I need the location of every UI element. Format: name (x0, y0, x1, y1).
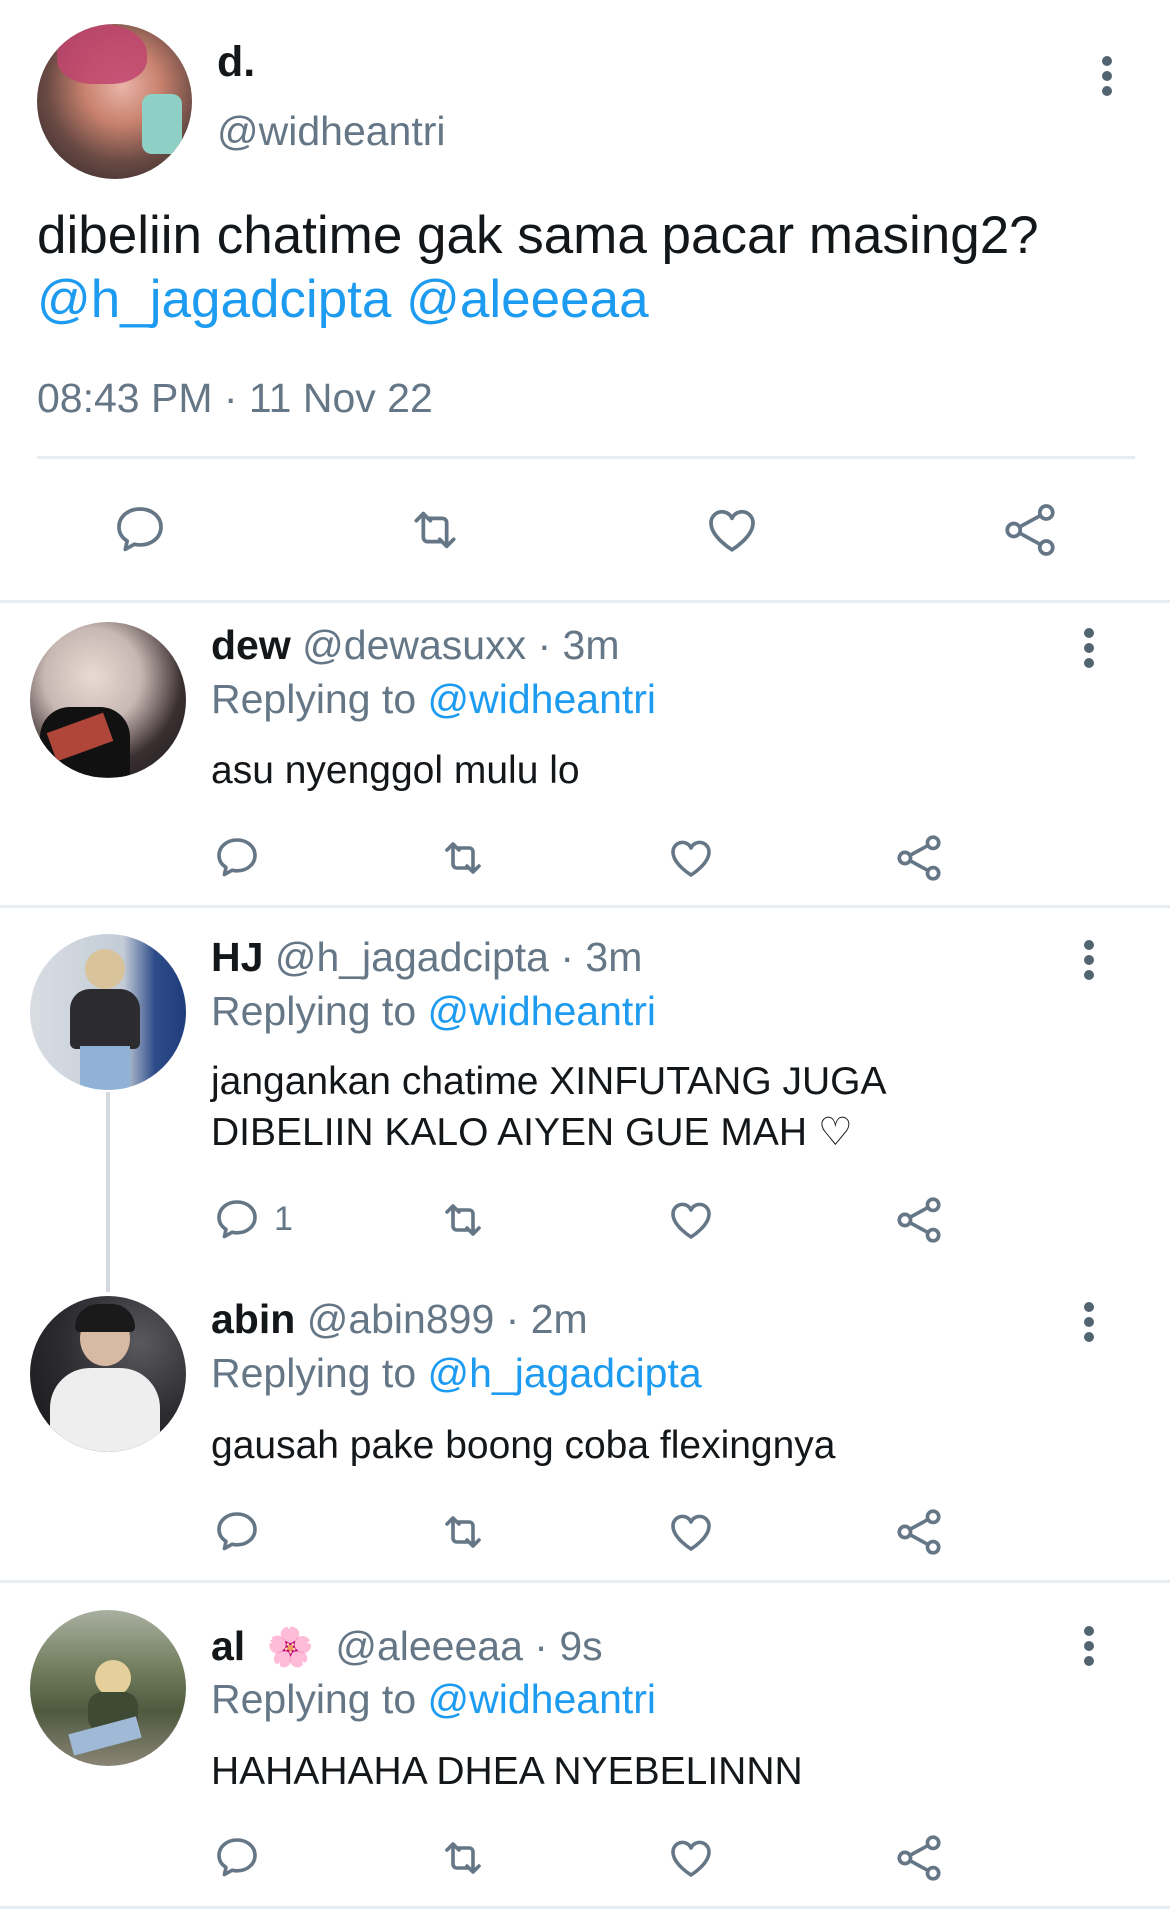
reply-icon[interactable] (213, 1834, 261, 1882)
reply-text: jangankan chatime XINFUTANG JUGA DIBELII… (211, 1056, 887, 1158)
share-icon[interactable] (893, 1194, 945, 1246)
reply-name[interactable]: abin (211, 1296, 295, 1342)
more-vertical-icon[interactable] (1074, 1616, 1104, 1676)
reply-text-line: jangankan chatime XINFUTANG JUGA (211, 1060, 887, 1103)
reply-avatar[interactable] (30, 622, 186, 778)
more-vertical-icon[interactable] (1074, 930, 1104, 990)
reply-text: asu nyenggol mulu lo (211, 749, 580, 792)
divider (0, 905, 1170, 908)
reply-name[interactable]: al (211, 1623, 245, 1669)
reply-name[interactable]: HJ (211, 934, 263, 980)
reply-avatar[interactable] (30, 1296, 186, 1452)
divider (0, 1906, 1170, 1909)
author-name[interactable]: d. (217, 38, 255, 87)
share-icon[interactable] (893, 832, 945, 884)
reply-avatar[interactable] (30, 1610, 186, 1766)
reply-handle[interactable]: @abin899 (307, 1296, 495, 1342)
reply-text-line: DIBELIIN KALO AIYEN GUE MAH ♡ (211, 1111, 853, 1154)
mention-link[interactable]: @h_jagadcipta (37, 270, 391, 329)
reply-text: HAHAHAHA DHEA NYEBELINNN (211, 1750, 803, 1793)
tweet-mentions: @h_jagadcipta @aleeeaa (37, 268, 649, 332)
reply-time[interactable]: · 9s (534, 1623, 602, 1669)
reply-icon[interactable] (213, 1508, 261, 1556)
replying-to-label: Replying to (211, 988, 417, 1034)
heart-icon[interactable] (703, 502, 761, 558)
divider (0, 600, 1170, 603)
reply-header: al 🌸 @aleeeaa · 9s (211, 1623, 603, 1670)
retweet-icon[interactable] (436, 1196, 490, 1244)
divider (37, 456, 1135, 459)
tweet-text: dibeliin chatime gak sama pacar masing2? (37, 206, 1039, 265)
reply-handle[interactable]: @aleeeaa (335, 1623, 523, 1669)
reply-time[interactable]: · 3m (538, 622, 620, 668)
heart-icon[interactable] (666, 1834, 716, 1882)
replying-to-mention[interactable]: @h_jagadcipta (428, 1350, 702, 1396)
replying-to-label: Replying to (211, 676, 417, 722)
more-vertical-icon[interactable] (1074, 1292, 1104, 1352)
replying-to: Replying to @widheantri (211, 988, 656, 1035)
replying-to-label: Replying to (211, 1350, 417, 1396)
replying-to: Replying to @widheantri (211, 676, 656, 723)
replying-to: Replying to @widheantri (211, 1676, 656, 1723)
share-icon[interactable] (1000, 500, 1060, 560)
reply-header: HJ @h_jagadcipta · 3m (211, 934, 642, 981)
reply-header: abin @abin899 · 2m (211, 1296, 588, 1343)
reply-icon[interactable] (213, 834, 261, 882)
share-icon[interactable] (893, 1832, 945, 1884)
heart-icon[interactable] (666, 1196, 716, 1244)
replying-to: Replying to @h_jagadcipta (211, 1350, 702, 1397)
replying-to-mention[interactable]: @widheantri (428, 676, 657, 722)
replying-to-mention[interactable]: @widheantri (428, 1676, 657, 1722)
reply-icon[interactable] (112, 502, 168, 558)
reply-time[interactable]: · 2m (506, 1296, 588, 1342)
retweet-icon[interactable] (436, 834, 490, 882)
author-handle[interactable]: @widheantri (217, 108, 446, 155)
retweet-icon[interactable] (436, 1508, 490, 1556)
divider (0, 1580, 1170, 1583)
reply-handle[interactable]: @h_jagadcipta (275, 934, 549, 980)
reply-text: gausah pake boong coba flexingnya (211, 1424, 836, 1467)
thread-line (106, 1092, 110, 1292)
more-vertical-icon[interactable] (1092, 46, 1122, 106)
reply-avatar[interactable] (30, 934, 186, 1090)
flower-icon: 🌸 (266, 1627, 314, 1669)
share-icon[interactable] (893, 1506, 945, 1558)
tweet-timestamp[interactable]: 08:43 PM · 11 Nov 22 (37, 375, 433, 422)
more-vertical-icon[interactable] (1074, 618, 1104, 678)
retweet-icon[interactable] (404, 502, 466, 558)
reply-handle[interactable]: @dewasuxx (302, 622, 526, 668)
reply-time[interactable]: · 3m (560, 934, 642, 980)
heart-icon[interactable] (666, 834, 716, 882)
reply-count: 1 (274, 1200, 293, 1238)
reply-header: dew @dewasuxx · 3m (211, 622, 620, 669)
mention-link[interactable]: @aleeeaa (406, 270, 648, 329)
retweet-icon[interactable] (436, 1834, 490, 1882)
heart-icon[interactable] (666, 1508, 716, 1556)
replying-to-label: Replying to (211, 1676, 417, 1722)
reply-icon[interactable] (213, 1196, 261, 1244)
reply-name[interactable]: dew (211, 622, 291, 668)
replying-to-mention[interactable]: @widheantri (428, 988, 657, 1034)
author-avatar[interactable] (37, 24, 192, 179)
